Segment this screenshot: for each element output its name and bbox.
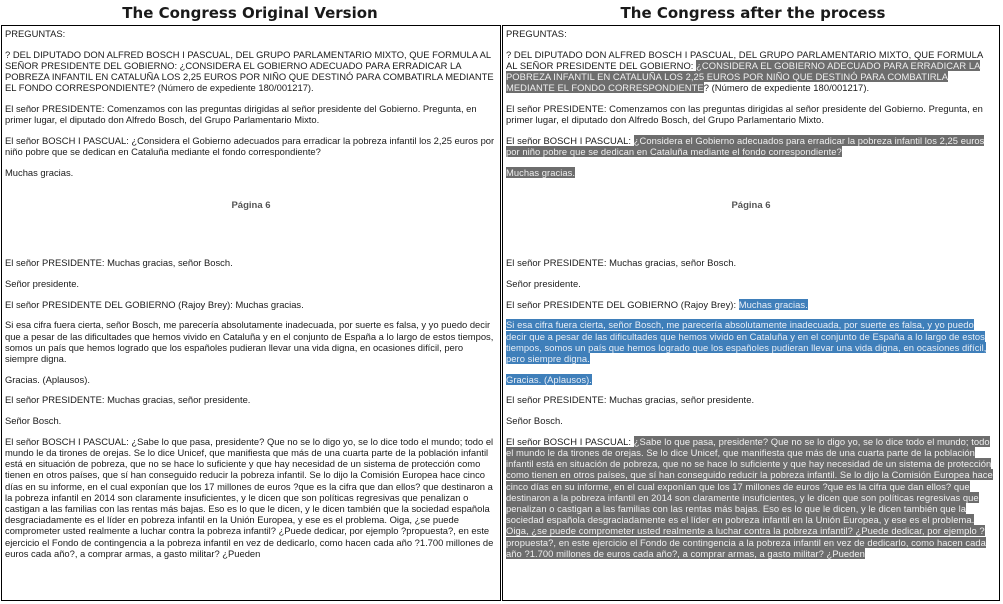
rajoy-thanks-highlight: Muchas gracias.	[738, 298, 808, 310]
paragraph-presidente-thanks-2: El señor PRESIDENTE: Muchas gracias, señ…	[506, 394, 755, 406]
speaker-label: El señor BOSCH I PASCUAL:	[506, 435, 634, 447]
page-number: Página 6	[231, 200, 271, 212]
rajoy-answer-highlight: Si esa cifra fuera cierta, señor Bosch, …	[506, 319, 987, 364]
bosch-reply-highlight: ¿Sabe lo que pasa, presidente? Que no se…	[506, 435, 993, 559]
paragraph-senor-presidente: Señor presidente.	[5, 277, 80, 289]
paragraph-bosch-reply: El señor BOSCH I PASCUAL: ¿Sabe lo que p…	[5, 435, 494, 559]
paragraph-aplausos: Gracias. (Aplausos).	[506, 373, 996, 385]
paragraph-rajoy-answer: Si esa cifra fuera cierta, señor Bosch, …	[5, 319, 494, 364]
page-number: Página 6	[731, 200, 771, 212]
questions-heading: PREGUNTAS:	[5, 28, 66, 39]
paragraph-presidente-intro: El señor PRESIDENTE: Comenzamos con las …	[506, 103, 983, 126]
paragraph-bosch-question: El señor BOSCH I PASCUAL: ¿Considera el …	[5, 134, 495, 158]
paragraph-bosch-question: El señor BOSCH I PASCUAL: ¿Considera el …	[506, 134, 996, 158]
original-version-panel: PREGUNTAS: ? DEL DIPUTADO DON ALFRED BOS…	[1, 25, 501, 601]
speaker-label: El señor PRESIDENTE DEL GOBIERNO (Rajoy …	[506, 298, 739, 310]
paragraph-senor-bosch: Señor Bosch.	[5, 415, 62, 427]
paragraph-presidente-thanks-2: El señor PRESIDENTE: Muchas gracias, señ…	[5, 394, 251, 406]
paragraph-rajoy-intro: El señor PRESIDENTE DEL GOBIERNO (Rajoy …	[5, 298, 304, 310]
question-title: ? DEL DIPUTADO DON ALFRED BOSCH I PASCUA…	[5, 48, 494, 94]
paragraph-presidente-thanks: El señor PRESIDENTE: Muchas gracias, señ…	[5, 257, 233, 269]
paragraph-bosch-reply: El señor BOSCH I PASCUAL: ¿Sabe lo que p…	[506, 435, 996, 559]
paragraph-presidente-intro: El señor PRESIDENTE: Comenzamos con las …	[5, 103, 477, 126]
questions-heading: PREGUNTAS:	[506, 28, 567, 39]
paragraph-rajoy-intro: El señor PRESIDENTE DEL GOBIERNO (Rajoy …	[506, 298, 996, 310]
paragraph-rajoy-answer: Si esa cifra fuera cierta, señor Bosch, …	[506, 319, 996, 364]
paragraph-senor-presidente: Señor presidente.	[506, 277, 581, 289]
paragraph-thanks: Muchas gracias.	[5, 166, 74, 178]
paragraph-senor-bosch: Señor Bosch.	[506, 415, 563, 427]
thanks-highlight: Muchas gracias.	[506, 166, 576, 178]
speaker-label: El señor BOSCH I PASCUAL:	[506, 134, 634, 146]
processed-version-panel: PREGUNTAS: ? DEL DIPUTADO DON ALFRED BOS…	[502, 25, 1000, 601]
paragraph-aplausos: Gracias. (Aplausos).	[5, 373, 90, 385]
question-title: ? DEL DIPUTADO DON ALFRED BOSCH I PASCUA…	[506, 49, 996, 94]
question-title-suffix: ? (Número de expediente 180/001217).	[703, 82, 870, 94]
paragraph-thanks: Muchas gracias.	[506, 166, 996, 178]
paragraph-presidente-thanks: El señor PRESIDENTE: Muchas gracias, señ…	[506, 257, 737, 269]
aplausos-highlight: Gracias. (Aplausos).	[506, 373, 592, 385]
